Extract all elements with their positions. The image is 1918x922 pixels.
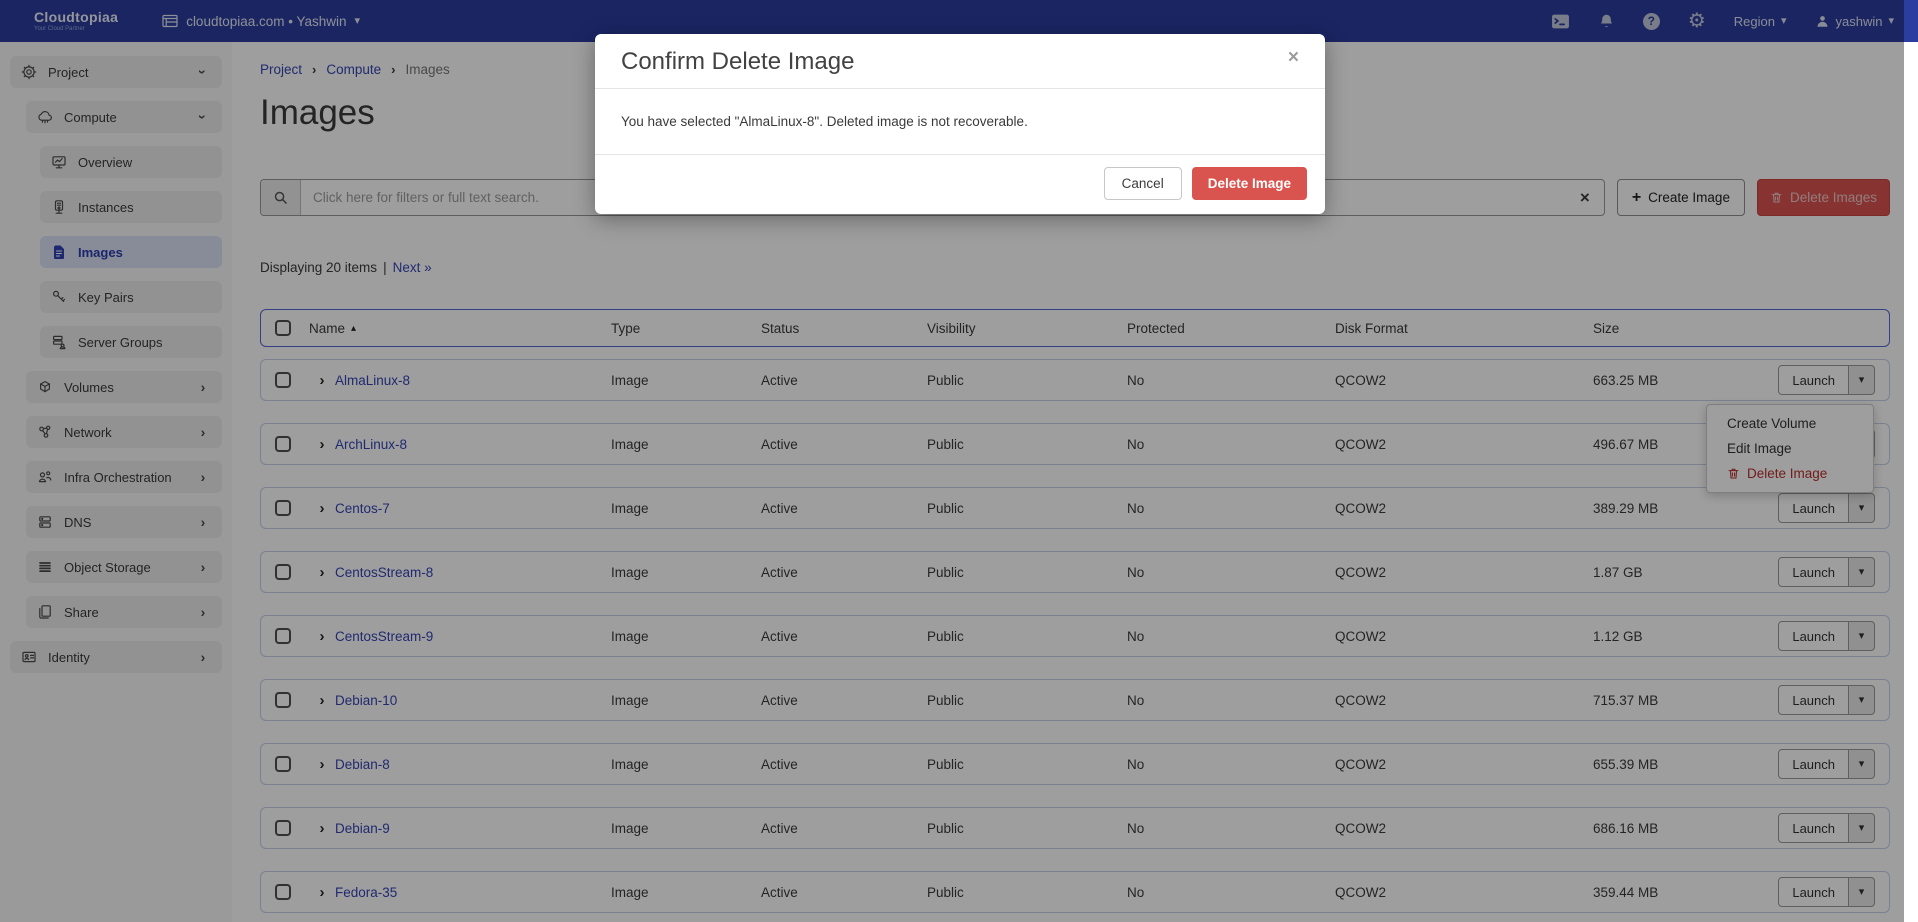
modal-header: Confirm Delete Image × bbox=[595, 34, 1325, 88]
delete-image-confirm-button[interactable]: Delete Image bbox=[1192, 167, 1307, 200]
modal-footer: Cancel Delete Image bbox=[595, 155, 1325, 214]
modal-body-text: You have selected "AlmaLinux-8". Deleted… bbox=[595, 88, 1325, 155]
close-icon[interactable]: × bbox=[1288, 48, 1299, 67]
confirm-delete-modal: Confirm Delete Image × You have selected… bbox=[595, 34, 1325, 214]
app-root: Cloudtopiaa Your Cloud Partner cloudtopi… bbox=[0, 0, 1918, 922]
cancel-button[interactable]: Cancel bbox=[1104, 167, 1182, 200]
modal-title: Confirm Delete Image bbox=[621, 48, 854, 76]
